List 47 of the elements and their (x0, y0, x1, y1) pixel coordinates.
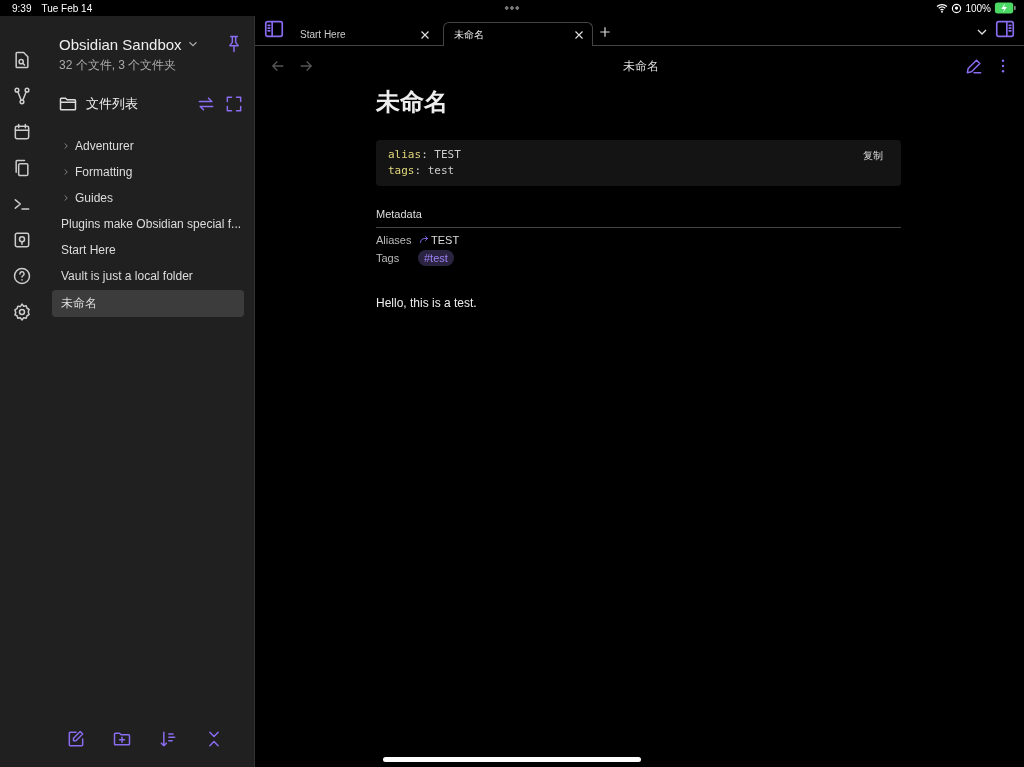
multitask-dots-icon[interactable] (504, 6, 520, 10)
vault-info: 32 个文件, 3 个文件夹 (58, 57, 178, 74)
file-item[interactable]: 未命名 (52, 290, 244, 317)
file-item[interactable]: Start Here (52, 238, 244, 262)
calendar-icon[interactable] (12, 122, 32, 142)
file-item[interactable]: Plugins make Obsidian special f... (52, 212, 244, 236)
settings-icon[interactable] (12, 302, 32, 322)
swap-arrows-icon[interactable] (196, 94, 216, 114)
new-folder-icon[interactable] (112, 729, 132, 749)
copy-icon[interactable] (12, 158, 32, 178)
property-label: Tags (376, 252, 401, 264)
folder-item[interactable]: Guides (52, 186, 244, 210)
tab[interactable]: 未命名 (443, 22, 593, 46)
new-note-icon[interactable] (66, 729, 86, 749)
file-item[interactable]: Vault is just a local folder (52, 264, 244, 288)
copy-button[interactable]: 复制 (857, 147, 889, 165)
location-icon (951, 2, 963, 14)
note-title: 未命名 (376, 87, 449, 117)
battery-percent: 100% (965, 2, 991, 14)
map-pin-icon[interactable] (12, 230, 32, 250)
tab[interactable]: Start Here (289, 22, 439, 46)
search-file-icon[interactable] (12, 50, 32, 70)
folder-item[interactable]: Formatting (52, 160, 244, 184)
sidebar-toggle-icon[interactable] (263, 18, 285, 40)
folder-item[interactable]: Adventurer (52, 134, 244, 158)
clock-time: 9:39 (12, 2, 32, 14)
date-text: Tue Feb 14 (41, 2, 93, 14)
folder-icon (58, 94, 78, 114)
alias-arrow-icon (418, 234, 430, 246)
vault-name[interactable]: Obsidian Sandbox (59, 35, 182, 53)
wifi-icon (936, 2, 949, 14)
sort-icon[interactable] (158, 729, 178, 749)
metadata-heading: Metadata (376, 186, 901, 228)
panel-title: 文件列表 (86, 95, 138, 113)
pencil-icon[interactable] (964, 56, 984, 76)
plus-icon[interactable] (597, 24, 613, 40)
view-title: 未命名 (622, 57, 659, 75)
property-label: Aliases (376, 234, 413, 246)
body-text: Hello, this is a test. (376, 296, 478, 310)
help-icon[interactable] (12, 266, 32, 286)
tag-pill[interactable]: #test (418, 250, 454, 266)
graph-icon[interactable] (12, 86, 32, 106)
alias-value[interactable]: TEST (431, 234, 460, 246)
code-line: tags: test (388, 163, 456, 179)
code-line: alias: TEST (388, 147, 461, 163)
right-sidebar-icon[interactable] (994, 18, 1016, 40)
expand-icon[interactable] (224, 94, 244, 114)
